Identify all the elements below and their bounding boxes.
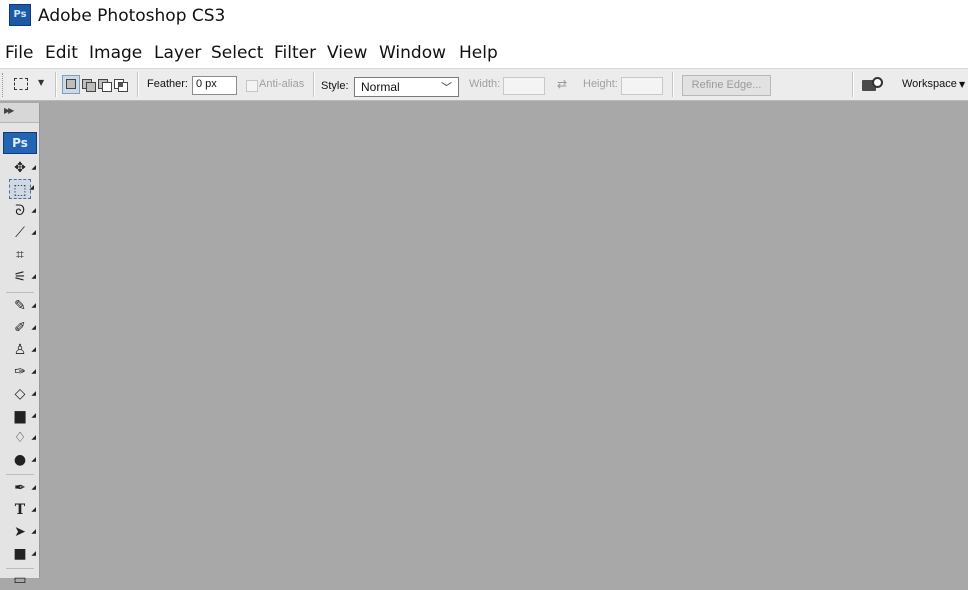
slice-tool-icon[interactable]: ⚟ ◢ bbox=[8, 267, 36, 287]
quick-selection-tool-icon[interactable]: ⟋ ◢ bbox=[8, 223, 36, 243]
marquee-preset-icon bbox=[14, 78, 28, 90]
move-tool-icon[interactable]: ✥ ◢ bbox=[8, 158, 36, 178]
new-selection-icon bbox=[66, 79, 76, 89]
subtract-from-selection-button[interactable] bbox=[96, 75, 112, 94]
expand-panel-icon[interactable]: ▶▶ bbox=[4, 106, 14, 115]
clone-stamp-tool-icon[interactable]: ♙ ◢ bbox=[8, 340, 36, 360]
feather-field[interactable]: 0 px bbox=[192, 76, 237, 95]
width-field[interactable] bbox=[503, 77, 545, 95]
dodge-tool-icon[interactable]: ● ◢ bbox=[8, 450, 36, 470]
style-label: Style: bbox=[321, 80, 349, 92]
title-bar: Ps Adobe Photoshop CS3 bbox=[0, 0, 968, 36]
blur-tool-icon[interactable]: ♢ ◢ bbox=[8, 428, 36, 448]
refine-edge-button[interactable]: Refine Edge... bbox=[682, 75, 771, 96]
document-workspace[interactable] bbox=[40, 101, 968, 578]
width-label: Width: bbox=[469, 78, 501, 90]
history-brush-tool-icon[interactable]: ✑ ◢ bbox=[8, 362, 36, 382]
workspace-chevron-icon[interactable]: ▼ bbox=[959, 80, 965, 89]
window-title: Adobe Photoshop CS3 bbox=[38, 6, 226, 26]
feather-label: Feather: bbox=[147, 78, 188, 90]
magnifier-icon bbox=[872, 77, 883, 88]
rectangular-marquee-tool-icon[interactable]: ⬚ ◢ bbox=[9, 179, 34, 199]
add-to-selection-button[interactable] bbox=[80, 75, 96, 94]
antialias-checkbox[interactable] bbox=[246, 80, 258, 92]
rectangle-tool-icon[interactable]: ■ ◢ bbox=[8, 544, 36, 564]
style-select[interactable]: Normal ﹀ bbox=[354, 77, 459, 97]
height-label: Height: bbox=[583, 78, 618, 90]
new-selection-button[interactable] bbox=[62, 75, 80, 94]
menu-help[interactable]: Help bbox=[459, 43, 498, 63]
toolbox-header[interactable]: ▶▶ bbox=[0, 103, 39, 123]
notes-tool-icon[interactable]: ▭ bbox=[8, 570, 32, 590]
options-bar: ▼ Feather: 0 px Anti-alias Style: Normal… bbox=[0, 68, 968, 101]
menu-filter[interactable]: Filter bbox=[274, 43, 316, 63]
menu-view[interactable]: View bbox=[327, 43, 367, 63]
menu-edit[interactable]: Edit bbox=[45, 43, 78, 63]
pen-tool-icon[interactable]: ✒ ◢ bbox=[8, 478, 36, 498]
brush-tool-icon[interactable]: ✐ ◢ bbox=[8, 318, 36, 338]
menu-bar: File Edit Image Layer Select Filter View… bbox=[0, 36, 968, 68]
tool-preset-picker[interactable]: ▼ bbox=[12, 75, 48, 95]
eraser-tool-icon[interactable]: ◇ ◢ bbox=[8, 384, 36, 404]
intersect-selection-button[interactable] bbox=[112, 75, 128, 94]
path-selection-tool-icon[interactable]: ➤ ◢ bbox=[8, 522, 36, 542]
style-select-value: Normal bbox=[361, 80, 400, 94]
ps-logo-button[interactable]: Ps bbox=[3, 132, 37, 154]
gradient-tool-icon[interactable]: ▆ ◢ bbox=[8, 406, 36, 426]
crop-tool-icon[interactable]: ⌗ bbox=[8, 245, 32, 265]
menu-window[interactable]: Window bbox=[379, 43, 446, 63]
healing-brush-tool-icon[interactable]: ✎ ◢ bbox=[8, 296, 36, 316]
workspace-menu[interactable]: Workspace bbox=[902, 78, 957, 90]
menu-select[interactable]: Select bbox=[211, 43, 263, 63]
options-bar-grip[interactable] bbox=[2, 73, 6, 97]
bridge-button[interactable] bbox=[860, 75, 884, 95]
chevron-down-icon: ﹀ bbox=[441, 82, 452, 94]
type-tool-icon[interactable]: T ◢ bbox=[8, 500, 36, 520]
photoshop-app-icon: Ps bbox=[9, 4, 31, 26]
antialias-label: Anti-alias bbox=[259, 78, 305, 90]
selection-mode-group bbox=[61, 74, 131, 96]
menu-layer[interactable]: Layer bbox=[154, 43, 201, 63]
menu-image[interactable]: Image bbox=[89, 43, 142, 63]
swap-dimensions-icon[interactable]: ⇄ bbox=[557, 77, 567, 91]
toolbox-panel: ▶▶ Ps ✥ ◢ ⬚ ◢ ᘐ ◢ ⟋ ◢ ⌗ ⚟ ◢ ✎ ◢ ✐ ◢ ♙ ◢ ✑ ◢ ◇ ◢ ▆ ◢… bbox=[0, 103, 40, 588]
chevron-down-icon: ▼ bbox=[38, 78, 45, 87]
lasso-tool-icon[interactable]: ᘐ ◢ bbox=[8, 201, 36, 221]
menu-file[interactable]: File bbox=[5, 43, 33, 63]
height-field[interactable] bbox=[621, 77, 663, 95]
